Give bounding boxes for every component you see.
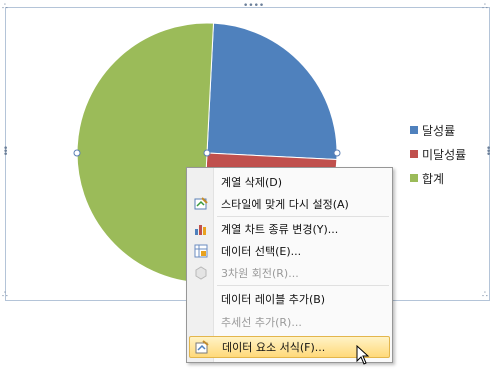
legend-item[interactable]: 미달성률: [410, 142, 466, 166]
3d-rotation-icon: [189, 262, 213, 284]
menu-item-label: 데이터 레이블 추가(B): [221, 293, 326, 306]
menu-item-delete-series[interactable]: 계열 삭제(D): [189, 171, 390, 193]
menu-icon-empty: [189, 171, 213, 193]
chart-type-icon: [189, 218, 213, 240]
menu-item-label: 데이터 요소 서식(F)...: [222, 341, 326, 354]
pie-slice-1[interactable]: [206, 22, 338, 161]
selection-handle[interactable]: [203, 149, 211, 157]
menu-item-add-data-labels[interactable]: 데이터 레이블 추가(B): [189, 288, 390, 310]
legend-item[interactable]: 합계: [410, 166, 466, 190]
menu-item-label: 계열 차트 종류 변경(Y)...: [221, 223, 339, 236]
selection-handle[interactable]: [73, 149, 81, 157]
legend-swatch: [410, 126, 418, 134]
menu-item-label: 계열 삭제(D): [221, 176, 283, 189]
context-menu: 계열 삭제(D) 스타일에 맞게 다시 설정(A) 계열 차트 종류 변경(Y)…: [186, 167, 393, 363]
mouse-cursor-icon: [356, 345, 370, 365]
select-data-icon: [189, 240, 213, 262]
legend-swatch: [410, 150, 418, 158]
menu-item-add-trendline[interactable]: 추세선 추가(R)...: [189, 311, 390, 333]
menu-item-select-data[interactable]: 데이터 선택(E)...: [189, 240, 390, 262]
menu-separator: [217, 285, 389, 286]
legend-label: 달성률: [422, 123, 456, 138]
selection-handle[interactable]: [333, 149, 341, 157]
menu-item-label: 3차원 회전(R)...: [221, 267, 299, 280]
menu-item-label: 데이터 선택(E)...: [221, 245, 302, 258]
legend-swatch: [410, 174, 418, 182]
format-data-point-icon: [190, 336, 214, 358]
menu-item-change-chart-type[interactable]: 계열 차트 종류 변경(Y)...: [189, 218, 390, 240]
menu-item-3d-rotation[interactable]: 3차원 회전(R)...: [189, 262, 390, 284]
legend-label: 합계: [422, 171, 445, 186]
menu-item-label: 스타일에 맞게 다시 설정(A): [221, 198, 349, 211]
menu-icon-empty: [189, 288, 213, 310]
menu-item-label: 추세선 추가(R)...: [221, 316, 302, 329]
menu-icon-empty: [189, 311, 213, 333]
legend[interactable]: 달성률 미달성률 합계: [410, 118, 466, 190]
menu-separator: [217, 216, 389, 217]
menu-item-reset-style[interactable]: 스타일에 맞게 다시 설정(A): [189, 193, 390, 215]
legend-item[interactable]: 달성률: [410, 118, 466, 142]
reset-style-icon: [189, 193, 213, 215]
legend-label: 미달성률: [422, 147, 467, 162]
